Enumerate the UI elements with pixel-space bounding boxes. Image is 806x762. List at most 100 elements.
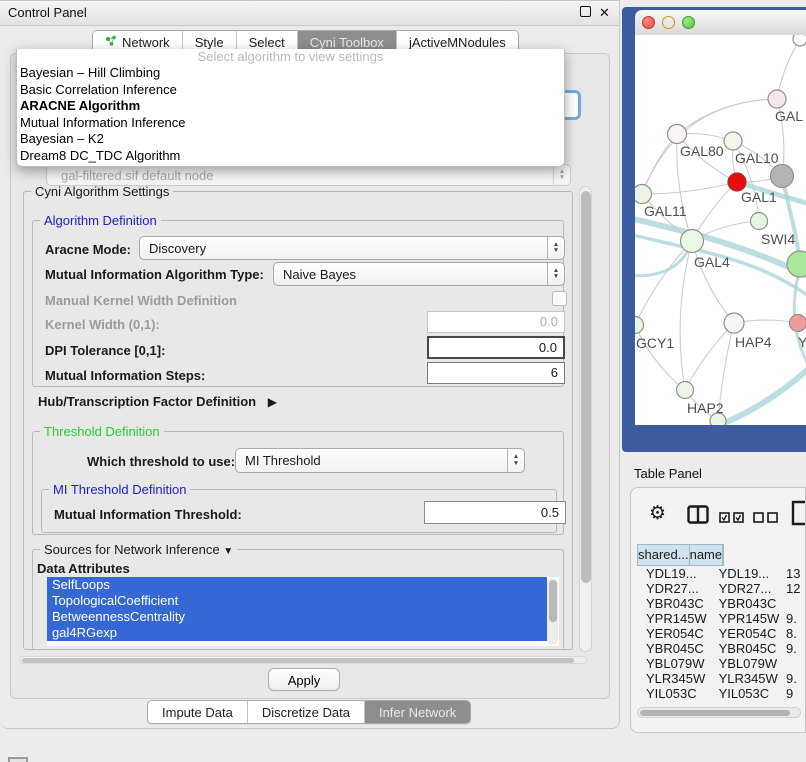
column-header[interactable] [722, 544, 724, 566]
network-node[interactable] [790, 315, 806, 332]
attribute-list-item[interactable]: BetweennessCentrality [47, 609, 547, 625]
network-node[interactable] [751, 213, 768, 230]
table-row[interactable]: YIL053C YIL053C 9 [637, 686, 805, 701]
kernel-width-field[interactable]: 0.0 [427, 311, 565, 333]
network-node[interactable] [768, 90, 786, 108]
cell-value: 8. [784, 626, 805, 641]
table-row[interactable]: YBR045C YBR045C 9. [637, 641, 805, 656]
table-row[interactable]: YDR27... YDR27... 12 [637, 581, 805, 596]
cell-value: 12 [784, 581, 805, 596]
which-threshold-combobox[interactable]: MI Threshold ▲▼ [235, 448, 525, 473]
apply-button[interactable]: Apply [268, 668, 340, 691]
attribute-list-item[interactable]: gal4RGexp [47, 625, 547, 641]
network-node[interactable] [724, 313, 744, 333]
cell-shared-name: YDL19... [637, 566, 710, 581]
mi-steps-field[interactable]: 6 [427, 362, 565, 384]
network-edge [642, 182, 737, 194]
network-node[interactable] [771, 165, 794, 188]
document-icon[interactable] [791, 500, 806, 529]
gear-icon[interactable]: ⚙ [649, 502, 666, 525]
mi-algorithm-type-combobox[interactable]: Naive Bayes ▲▼ [273, 262, 565, 286]
dpi-tolerance-field[interactable]: 0.0 [427, 336, 565, 359]
control-panel-titlebar[interactable]: Control Panel ✕ [0, 1, 619, 26]
bottom-tab[interactable]: Discretize Data [248, 701, 365, 723]
aracne-mode-value: Discovery [140, 241, 547, 256]
select-all-checkboxes-icon[interactable] [719, 511, 745, 526]
bottom-tab[interactable]: Impute Data [148, 701, 248, 723]
cell-name: YDL19... [710, 566, 784, 581]
split-columns-icon[interactable] [687, 505, 709, 527]
float-window-icon[interactable] [578, 5, 593, 20]
dropdown-item[interactable]: Bayesian – K2 [17, 131, 564, 148]
column-header[interactable]: shared... [637, 544, 689, 566]
network-node[interactable] [681, 230, 704, 253]
mi-threshold-field[interactable]: 0.5 [424, 501, 566, 524]
data-attributes-label: Data Attributes [37, 561, 130, 576]
tab-label: Style [195, 35, 224, 50]
hub-definition-label: Hub/Transcription Factor Definition [38, 394, 256, 409]
attribute-list-item[interactable]: SelfLoops [47, 577, 547, 593]
node-label: HAP2 [687, 400, 724, 416]
network-node[interactable] [635, 185, 652, 204]
cell-value [784, 596, 805, 611]
dropdown-item[interactable]: Dream8 DC_TDC Algorithm [17, 148, 564, 165]
table-row[interactable]: YBR043C YBR043C [637, 596, 805, 611]
attribute-list-item[interactable]: TopologicalCoefficient [47, 593, 547, 609]
network-node[interactable] [793, 35, 806, 46]
list-scrollbar[interactable] [547, 578, 558, 645]
table-row[interactable]: YER054C YER054C 8. [637, 626, 805, 641]
network-selector-combobox[interactable]: gal-filtered.sif default node ▲▼ [46, 164, 571, 186]
column-header[interactable]: name [689, 544, 723, 566]
close-traffic-light-icon[interactable] [642, 16, 655, 29]
network-node[interactable] [787, 251, 806, 277]
which-threshold-label: Which threshold to use: [87, 454, 235, 469]
tab-label: Impute Data [162, 705, 233, 720]
manual-kernel-width-checkbox[interactable] [552, 291, 567, 306]
node-label: GAL [775, 108, 803, 124]
cell-value: 9. [784, 641, 805, 656]
table-row[interactable]: YBL079W YBL079W [637, 656, 805, 671]
minimize-traffic-light-icon[interactable] [662, 16, 675, 29]
mi-algorithm-type-label: Mutual Information Algorithm Type: [45, 267, 264, 282]
bottom-tab[interactable]: Infer Network [365, 701, 470, 723]
dropdown-item[interactable]: ARACNE Algorithm [17, 98, 564, 115]
table-row[interactable]: YDL19... YDL19... 13 [637, 566, 805, 581]
cell-shared-name: YLR345W [637, 671, 710, 686]
dropdown-item[interactable]: Bayesian – Hill Climbing [17, 65, 564, 82]
zoom-traffic-light-icon[interactable] [682, 16, 695, 29]
mi-threshold-definition-group: MI Threshold Definition Mutual Informati… [41, 489, 557, 533]
network-node[interactable] [677, 382, 694, 399]
aracne-mode-combobox[interactable]: Discovery ▲▼ [139, 236, 565, 260]
tab-label: Discretize Data [262, 705, 350, 720]
table-row[interactable]: YLR345W YLR345W 9. [637, 671, 805, 686]
close-icon[interactable]: ✕ [597, 5, 612, 20]
hub-definition-toggle[interactable]: Hub/Transcription Factor Definition ▶ [38, 394, 277, 409]
deselect-all-checkboxes-icon[interactable] [753, 511, 779, 526]
network-edge-bundle [690, 365, 806, 425]
collapsed-panel-button[interactable] [8, 757, 28, 762]
network-node[interactable] [668, 125, 687, 144]
table-hscrollbar[interactable] [637, 707, 801, 718]
cell-name: YBR043C [710, 596, 784, 611]
cell-shared-name: YBR045C [637, 641, 710, 656]
dropdown-item[interactable]: Basic Correlation Inference [17, 82, 564, 99]
network-node[interactable] [635, 317, 644, 334]
sources-toggle[interactable]: Sources for Network Inference ▼ [40, 542, 237, 557]
cyni-algorithm-settings-group: Cyni Algorithm Settings Algorithm Defini… [23, 191, 573, 650]
settings-scrollbar[interactable] [579, 186, 592, 652]
tab-label: Select [249, 35, 285, 50]
network-window-titlebar[interactable] [635, 10, 806, 36]
stepper-icon: ▲▼ [547, 237, 564, 259]
cell-name: YDR27... [710, 581, 784, 596]
stepper-icon: ▲▼ [507, 449, 524, 472]
network-node[interactable] [724, 132, 742, 150]
table-row[interactable]: YPR145W YPR145W 9. [637, 611, 805, 626]
node-label: GAL11 [644, 203, 687, 219]
network-edge [677, 99, 777, 134]
node-label: GAL4 [694, 254, 730, 270]
network-canvas[interactable]: GALGAL80GAL10GAL1GAL11SWI4GAL4GCY1HAP4YH… [635, 35, 806, 425]
settings-hscrollbar[interactable] [19, 656, 587, 664]
cell-name: YBL079W [710, 656, 784, 671]
dropdown-item[interactable]: Mutual Information Inference [17, 115, 564, 132]
threshold-definition-group: Threshold Definition Which threshold to … [32, 431, 564, 535]
